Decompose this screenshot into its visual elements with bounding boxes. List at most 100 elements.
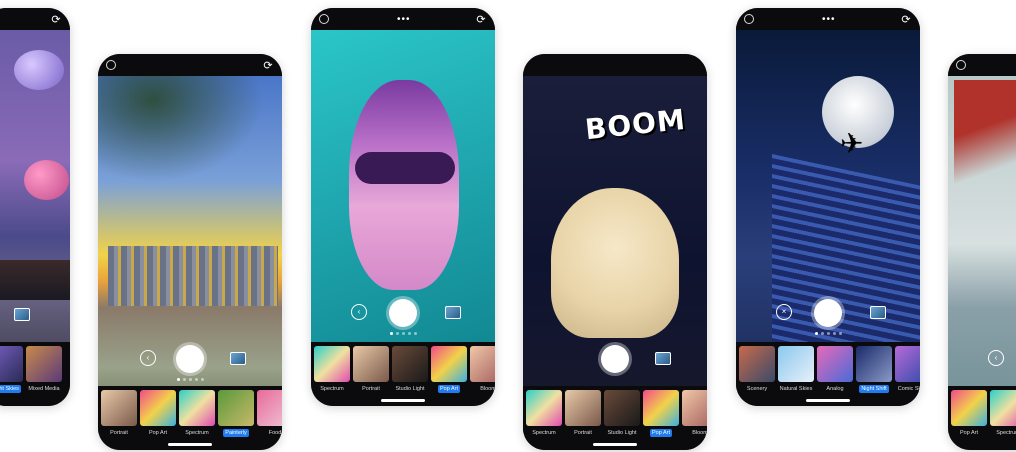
- filter-label: Bloom: [692, 430, 707, 436]
- shutter-button[interactable]: [601, 345, 629, 373]
- circle-settings-icon[interactable]: [744, 14, 754, 24]
- dog-photo: [551, 188, 679, 338]
- close-icon[interactable]: ×: [776, 304, 792, 320]
- filter-label: Spectrum: [185, 430, 209, 436]
- circle-settings-icon[interactable]: [956, 60, 966, 70]
- phone-screen-comic-dog: BOOM Spectrum Portrait Studio Light Pop …: [523, 54, 707, 450]
- filter-thumbnail: [951, 390, 987, 426]
- filter-item[interactable]: Painterly: [218, 390, 254, 450]
- shutter-button[interactable]: [389, 299, 417, 327]
- gallery-icon[interactable]: [655, 352, 671, 365]
- filter-thumbnail: [990, 390, 1016, 426]
- filter-thumbnail: [314, 346, 350, 382]
- filter-item[interactable]: Scenery: [739, 346, 775, 406]
- filter-item[interactable]: Food: [257, 390, 282, 450]
- filter-item[interactable]: Analog: [817, 346, 853, 406]
- filter-label: Food: [268, 430, 282, 436]
- home-indicator: [168, 443, 212, 446]
- filter-item[interactable]: Spectrum: [990, 390, 1016, 450]
- filter-item[interactable]: Night Skies: [0, 346, 23, 406]
- sunglasses: [355, 152, 455, 184]
- camera-switch-icon[interactable]: ‹: [988, 350, 1004, 366]
- filter-thumbnail: [856, 346, 892, 382]
- home-indicator: [593, 443, 637, 446]
- top-controls: [956, 60, 1016, 74]
- refresh-icon[interactable]: ⟳: [900, 14, 912, 26]
- filter-item[interactable]: Studio Light: [604, 390, 640, 450]
- filter-item[interactable]: Portrait: [565, 390, 601, 450]
- balloon-cloud: [14, 50, 64, 90]
- filter-item[interactable]: Mixed Media: [26, 346, 62, 406]
- filter-item[interactable]: Bloom: [682, 390, 707, 450]
- phone-screen-bridge: ‹ Pop Art Spectrum: [948, 54, 1016, 450]
- filter-label: Spectrum: [320, 386, 344, 392]
- filter-item[interactable]: Spectrum: [314, 346, 350, 406]
- filter-thumbnail: [0, 346, 23, 382]
- filter-item[interactable]: Pop Art: [951, 390, 987, 450]
- gallery-icon[interactable]: [445, 306, 461, 319]
- filter-item[interactable]: Pop Art: [140, 390, 176, 450]
- gallery-icon[interactable]: [870, 306, 886, 319]
- circle-settings-icon[interactable]: [319, 14, 329, 24]
- filter-thumbnail: [526, 390, 562, 426]
- filter-label: Portrait: [574, 430, 592, 436]
- filter-label: Bloom: [480, 386, 495, 392]
- filter-thumbnail: [353, 346, 389, 382]
- filter-thumbnail: [179, 390, 215, 426]
- filter-label: Night Skies: [0, 385, 21, 393]
- top-controls: ••• ⟳: [744, 14, 912, 28]
- filter-item[interactable]: Portrait: [353, 346, 389, 406]
- filter-label: Analog: [826, 386, 844, 392]
- filter-thumbnail: [643, 390, 679, 426]
- phone-screen-night-skies: ⟳ Night Skies Mixed Media: [0, 8, 70, 406]
- filter-thumbnail: [257, 390, 282, 426]
- refresh-icon[interactable]: ⟳: [475, 14, 487, 26]
- filter-item[interactable]: Natural Skies: [778, 346, 814, 406]
- filter-thumbnail: [431, 346, 467, 382]
- filter-thumbnail: [682, 390, 707, 426]
- filter-label: Spectrum: [996, 430, 1016, 436]
- filter-label: Painterly: [223, 429, 249, 437]
- filter-item[interactable]: Pop Art: [431, 346, 467, 406]
- camera-switch-icon[interactable]: ‹: [351, 304, 367, 320]
- filter-label: Portrait: [362, 386, 380, 392]
- filter-item[interactable]: Studio Light: [392, 346, 428, 406]
- refresh-icon[interactable]: ⟳: [50, 14, 62, 26]
- filter-item[interactable]: Spectrum: [179, 390, 215, 450]
- portrait-face: [349, 80, 459, 290]
- filter-thumbnail: [778, 346, 814, 382]
- filter-thumbnail: [218, 390, 254, 426]
- top-controls: ⟳: [106, 60, 274, 74]
- circle-settings-icon[interactable]: [106, 60, 116, 70]
- filter-thumbnail: [604, 390, 640, 426]
- more-dots-icon[interactable]: •••: [822, 14, 835, 26]
- filter-item[interactable]: Portrait: [101, 390, 137, 450]
- filter-item[interactable]: Spectrum: [526, 390, 562, 450]
- filter-tray: Spectrum Portrait Studio Light Pop Art B…: [311, 342, 495, 406]
- filter-thumbnail: [26, 346, 62, 382]
- shutter-button[interactable]: [176, 345, 204, 373]
- filter-thumbnail: [470, 346, 495, 382]
- home-indicator: [381, 399, 425, 402]
- home-indicator: [806, 399, 850, 402]
- camera-switch-icon[interactable]: ‹: [140, 350, 156, 366]
- filter-label: Natural Skies: [779, 386, 813, 392]
- filter-item[interactable]: Pop Art: [643, 390, 679, 450]
- filter-item[interactable]: Night Shift: [856, 346, 892, 406]
- filter-item[interactable]: Bloom: [470, 346, 495, 406]
- shutter-button[interactable]: [814, 299, 842, 327]
- more-dots-icon[interactable]: •••: [397, 14, 410, 26]
- refresh-icon[interactable]: ⟳: [262, 60, 274, 72]
- filter-item[interactable]: Comic Skies: [895, 346, 920, 406]
- filter-tray: Spectrum Portrait Studio Light Pop Art B…: [523, 386, 707, 450]
- filter-label: Mixed Media: [28, 386, 60, 392]
- status-bar: [523, 54, 707, 76]
- filter-tray: Scenery Natural Skies Analog Night Shift…: [736, 342, 920, 406]
- airplane-icon: ✈: [840, 128, 864, 159]
- gallery-icon[interactable]: [230, 352, 246, 365]
- top-controls: ••• ⟳: [319, 14, 487, 28]
- filter-thumbnail: [739, 346, 775, 382]
- gallery-icon[interactable]: [14, 308, 30, 321]
- filter-label: Pop Art: [437, 385, 461, 393]
- page-indicator: [311, 332, 495, 335]
